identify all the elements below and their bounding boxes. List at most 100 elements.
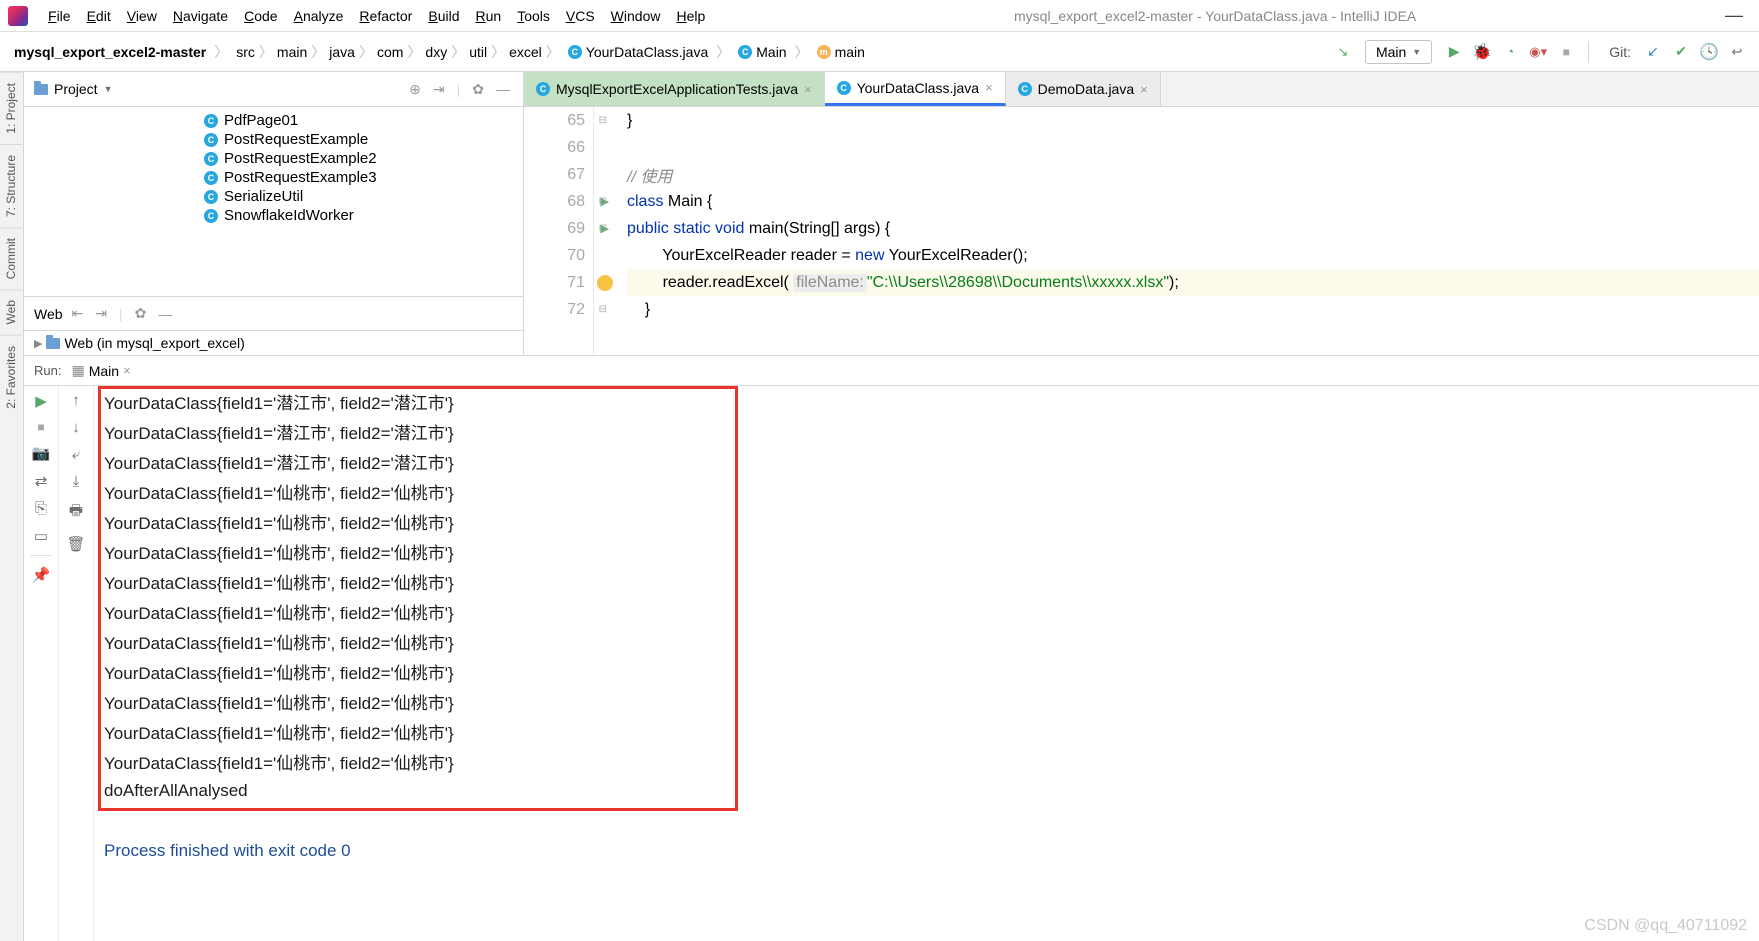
close-icon[interactable]: × xyxy=(1140,82,1148,97)
web-tree[interactable]: ▶ Web (in mysql_export_excel) xyxy=(24,331,523,355)
code-line[interactable]: reader.readExcel( fileName: "C:\\Users\\… xyxy=(627,269,1759,296)
menu-file[interactable]: File xyxy=(40,6,79,26)
layout2-icon[interactable]: ▭ xyxy=(34,527,48,545)
editor-tab[interactable]: CDemoData.java× xyxy=(1006,72,1161,106)
fold-icon[interactable]: ⊟ xyxy=(599,223,611,234)
run-button[interactable]: ▶ xyxy=(1442,40,1466,64)
run-config-select[interactable]: Main ▼ xyxy=(1365,40,1432,64)
strip-item-commit[interactable]: Commit xyxy=(0,227,22,289)
menu-edit[interactable]: Edit xyxy=(79,6,119,26)
collapse-icon[interactable]: ⇥ xyxy=(92,305,110,322)
code-line[interactable]: class Main { xyxy=(627,188,1759,215)
build-hammer-icon[interactable]: ↘ xyxy=(1331,40,1355,64)
fold-icon[interactable]: ⊟ xyxy=(599,196,611,207)
close-icon[interactable]: × xyxy=(804,82,812,97)
web-title[interactable]: Web xyxy=(34,306,63,322)
code-line[interactable] xyxy=(627,134,1759,161)
menu-tools[interactable]: Tools xyxy=(509,6,558,26)
strip-item-7--structure[interactable]: 7: Structure xyxy=(0,144,22,227)
tree-item[interactable]: CSerializeUtil xyxy=(204,187,523,206)
breadcrumb-part[interactable]: excel xyxy=(505,44,546,60)
tree-item[interactable]: CSnowflakeIdWorker xyxy=(204,206,523,225)
editor-tab[interactable]: CMysqlExportExcelApplicationTests.java× xyxy=(524,72,825,106)
breadcrumb-class[interactable]: CMain xyxy=(734,44,790,60)
locate-icon[interactable]: ⊕ xyxy=(406,81,424,98)
expand-icon[interactable]: ⇥ xyxy=(430,81,448,98)
project-tree[interactable]: CPdfPage01CPostRequestExampleCPostReques… xyxy=(24,107,523,296)
web-tree-item[interactable]: ▶ Web (in mysql_export_excel) xyxy=(34,335,513,351)
breadcrumb-method[interactable]: mmain xyxy=(813,44,869,60)
tree-item[interactable]: CPdfPage01 xyxy=(204,111,523,130)
class-icon: C xyxy=(204,190,218,204)
wrap-icon[interactable]: ⤶ xyxy=(72,446,80,463)
editor-tab[interactable]: CYourDataClass.java× xyxy=(825,72,1006,106)
print-icon[interactable]: 🖶 xyxy=(69,500,83,525)
scroll-end-icon[interactable]: ⤓ xyxy=(73,473,80,490)
fold-icon[interactable]: ⊟ xyxy=(599,115,611,126)
screenshot-icon[interactable]: 📷 xyxy=(32,444,51,462)
git-history-icon[interactable]: 🕓 xyxy=(1697,40,1721,64)
expand-arrow-icon[interactable]: ▶ xyxy=(34,337,42,350)
menu-analyze[interactable]: Analyze xyxy=(286,6,352,26)
menu-vcs[interactable]: VCS xyxy=(558,6,603,26)
breadcrumb-part[interactable]: src xyxy=(232,44,259,60)
breadcrumb-part[interactable]: main xyxy=(273,44,311,60)
expand-icon[interactable]: ⇤ xyxy=(69,305,87,322)
tree-item[interactable]: CPostRequestExample xyxy=(204,130,523,149)
coverage-button[interactable]: ◔ xyxy=(1498,40,1522,64)
rerun-icon[interactable]: ▶ xyxy=(35,392,47,410)
hide-icon[interactable]: — xyxy=(493,81,513,97)
editor-panel: CMysqlExportExcelApplicationTests.java×C… xyxy=(524,72,1759,355)
breadcrumb-part[interactable]: java xyxy=(325,44,359,60)
tree-item[interactable]: CPostRequestExample3 xyxy=(204,168,523,187)
gear-icon[interactable]: ✿ xyxy=(469,81,487,98)
stop-button[interactable]: ■ xyxy=(1554,40,1578,64)
run-config-tab[interactable]: ▦ Main × xyxy=(71,362,130,379)
close-icon[interactable]: × xyxy=(985,80,993,95)
breadcrumb-part[interactable]: util xyxy=(465,44,491,60)
strip-item-1--project[interactable]: 1: Project xyxy=(0,72,22,144)
breadcrumb-root[interactable]: mysql_export_excel2-master xyxy=(10,44,210,60)
code-line[interactable]: // 使用 xyxy=(627,161,1759,188)
menu-refactor[interactable]: Refactor xyxy=(351,6,420,26)
stop-icon[interactable]: ■ xyxy=(37,420,44,434)
menu-build[interactable]: Build xyxy=(420,6,467,26)
code-line[interactable]: YourExcelReader reader = new YourExcelRe… xyxy=(627,242,1759,269)
strip-item-2--favorites[interactable]: 2: Favorites xyxy=(0,335,22,419)
code-line[interactable]: } xyxy=(627,296,1759,323)
menu-navigate[interactable]: Navigate xyxy=(165,6,236,26)
exit-icon[interactable]: ⎘ xyxy=(35,500,47,517)
editor-body[interactable]: 65666768▶69▶707172 ⊟⊟⊟⊟ }// 使用class Main… xyxy=(524,107,1759,355)
strip-item-web[interactable]: Web xyxy=(0,289,22,334)
tree-item[interactable]: CPostRequestExample2 xyxy=(204,149,523,168)
breadcrumb-part[interactable]: com xyxy=(373,44,407,60)
gear-icon[interactable]: ✿ xyxy=(132,305,150,322)
git-commit-icon[interactable]: ✔ xyxy=(1669,40,1693,64)
project-title[interactable]: Project xyxy=(54,81,98,97)
fold-icon[interactable]: ⊟ xyxy=(599,304,611,315)
code-line[interactable]: } xyxy=(627,107,1759,134)
breadcrumb-file[interactable]: CYourDataClass.java xyxy=(564,44,712,60)
layout-icon[interactable]: ⇄ xyxy=(35,472,48,490)
code-column[interactable]: } // 使用class Main { public static void ma… xyxy=(619,107,1759,355)
profile-button[interactable]: ◉▾ xyxy=(1526,40,1550,64)
menu-help[interactable]: Help xyxy=(668,6,713,26)
git-update-icon[interactable]: ↙ xyxy=(1641,40,1665,64)
dropdown-icon[interactable]: ▼ xyxy=(104,84,113,94)
hide-icon[interactable]: — xyxy=(155,306,175,322)
menu-window[interactable]: Window xyxy=(603,6,669,26)
down-icon[interactable]: ↓ xyxy=(72,419,80,436)
code-line[interactable]: public static void main(String[] args) { xyxy=(627,215,1759,242)
pin-icon[interactable]: 📌 xyxy=(32,566,51,584)
console[interactable]: YourDataClass{field1='潜江市', field2='潜江市'… xyxy=(94,386,1759,941)
debug-button[interactable]: 🐞 xyxy=(1470,40,1494,64)
menu-view[interactable]: View xyxy=(119,6,165,26)
up-icon[interactable]: ↑ xyxy=(72,392,80,409)
trash-icon[interactable]: 🗑 xyxy=(66,535,85,553)
git-revert-icon[interactable]: ↩ xyxy=(1725,40,1749,64)
close-icon[interactable]: × xyxy=(123,363,131,378)
menu-run[interactable]: Run xyxy=(467,6,509,26)
minimize-button[interactable]: — xyxy=(1717,5,1751,26)
breadcrumb-part[interactable]: dxy xyxy=(421,44,451,60)
menu-code[interactable]: Code xyxy=(236,6,285,26)
